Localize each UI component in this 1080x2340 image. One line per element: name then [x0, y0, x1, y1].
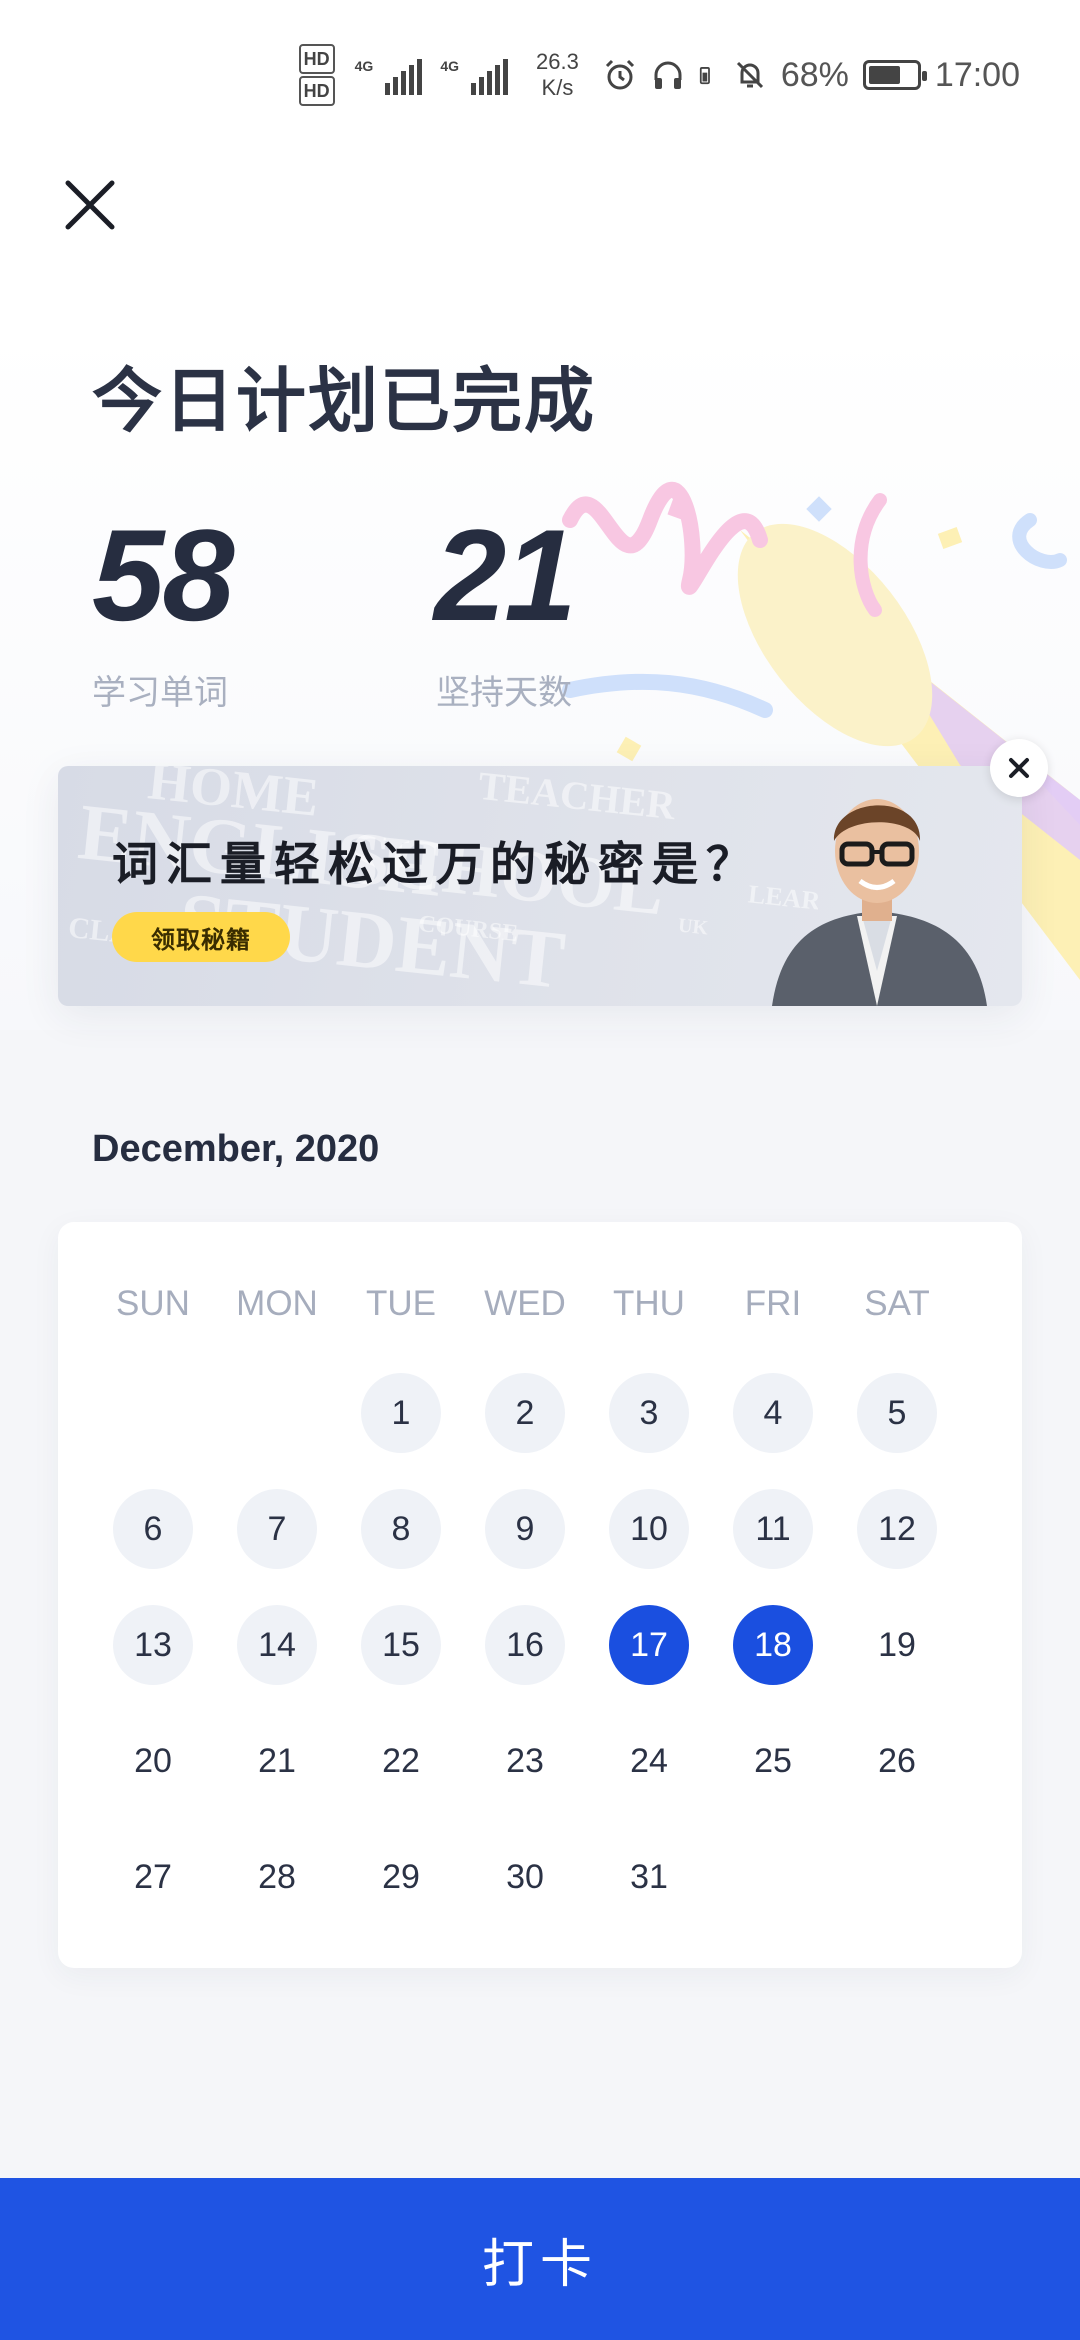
calendar-day[interactable]: 14: [237, 1605, 317, 1685]
hd2-badge: HD: [298, 76, 335, 106]
speed-unit: K/s: [541, 75, 574, 100]
calendar-day[interactable]: 4: [733, 1373, 813, 1453]
calendar-day[interactable]: 19: [857, 1605, 937, 1685]
signal-icon-2: [471, 55, 509, 95]
calendar-day[interactable]: 29: [361, 1837, 441, 1917]
signal-icon-1: [385, 55, 423, 95]
learned-words-label: 学习单词: [92, 674, 228, 712]
weekday-header: SUN: [116, 1284, 190, 1323]
calendar-day[interactable]: 7: [237, 1489, 317, 1569]
weekday-header: WED: [484, 1284, 566, 1323]
hd1-badge: HD: [298, 44, 335, 74]
battery-icon: [862, 60, 927, 90]
calendar-day[interactable]: 8: [361, 1489, 441, 1569]
teacher-photo: [772, 799, 987, 1006]
calendar-month-label: December, 2020: [92, 1128, 380, 1170]
close-icon: [1009, 758, 1029, 778]
network-speed: 26.3 K/s: [536, 49, 579, 101]
banner-bg-word: TEACHER: [476, 766, 678, 829]
speed-value: 26.3: [536, 49, 579, 74]
calendar-day[interactable]: 28: [237, 1837, 317, 1917]
calendar-day[interactable]: 22: [361, 1721, 441, 1801]
calendar-day[interactable]: 26: [857, 1721, 937, 1801]
calendar-day[interactable]: 3: [609, 1373, 689, 1453]
calendar-day[interactable]: 2: [485, 1373, 565, 1453]
calendar-day[interactable]: 6: [113, 1489, 193, 1569]
device-battery-icon: [699, 67, 710, 85]
calendar-day[interactable]: 27: [113, 1837, 193, 1917]
banner-close-button[interactable]: [990, 739, 1048, 797]
calendar-day[interactable]: 9: [485, 1489, 565, 1569]
weekday-header: MON: [236, 1284, 318, 1323]
clock: 17:00: [934, 55, 1020, 94]
weekday-header: THU: [613, 1284, 685, 1323]
calendar-day[interactable]: 18: [733, 1605, 813, 1685]
page-title: 今日计划已完成: [92, 362, 596, 440]
network-type-2: 4G: [440, 58, 460, 74]
banner-headline: 词汇量轻松过万的秘密是？: [112, 838, 760, 890]
headphones-icon: [654, 61, 682, 89]
calendar-day[interactable]: 30: [485, 1837, 565, 1917]
network-type-1: 4G: [354, 58, 374, 74]
promo-banner[interactable]: HOMETEACHERENGLISHSCHOOLSTUDENTCOURSEUKC…: [58, 766, 1022, 1006]
close-icon[interactable]: [60, 175, 120, 235]
calendar-day[interactable]: 10: [609, 1489, 689, 1569]
learned-words-count: 58: [92, 502, 235, 648]
calendar-day[interactable]: 15: [361, 1605, 441, 1685]
calendar-day[interactable]: 25: [733, 1721, 813, 1801]
calendar-day[interactable]: 20: [113, 1721, 193, 1801]
weekday-header: FRI: [744, 1284, 802, 1323]
streak-days-label: 坚持天数: [436, 674, 572, 712]
calendar-day[interactable]: 24: [609, 1721, 689, 1801]
calendar-day[interactable]: 17: [609, 1605, 689, 1685]
mute-icon: [736, 61, 763, 89]
weekday-header: TUE: [366, 1284, 436, 1323]
calendar-day[interactable]: 16: [485, 1605, 565, 1685]
calendar-day[interactable]: 5: [857, 1373, 937, 1453]
calendar-day[interactable]: 12: [857, 1489, 937, 1569]
weekday-header: SAT: [864, 1284, 930, 1323]
battery-level-fill: [868, 66, 901, 84]
banner-cta-button[interactable]: 领取秘籍: [112, 912, 290, 962]
status-bar: HD HD 4G 4G 26.3 K/s 68% 17:00: [0, 0, 1080, 150]
calendar-day[interactable]: 13: [113, 1605, 193, 1685]
calendar-day[interactable]: 21: [237, 1721, 317, 1801]
hd-indicator: HD HD: [298, 43, 335, 107]
battery-percent: 68%: [780, 55, 849, 94]
checkin-calendar: SUN MON TUE WED THU FRI SAT 1 2 3 4 5 6 7 8 9 10 11 12 13 14…: [58, 1222, 1022, 1968]
banner-bg-word: UK: [676, 914, 710, 940]
calendar-day[interactable]: 11: [733, 1489, 813, 1569]
check-in-button[interactable]: 打卡: [0, 2178, 1080, 2340]
alarm-icon: [605, 59, 634, 90]
calendar-day[interactable]: 31: [609, 1837, 689, 1917]
calendar-day[interactable]: 23: [485, 1721, 565, 1801]
calendar-day[interactable]: 1: [361, 1373, 441, 1453]
streak-days-count: 21: [434, 502, 577, 648]
